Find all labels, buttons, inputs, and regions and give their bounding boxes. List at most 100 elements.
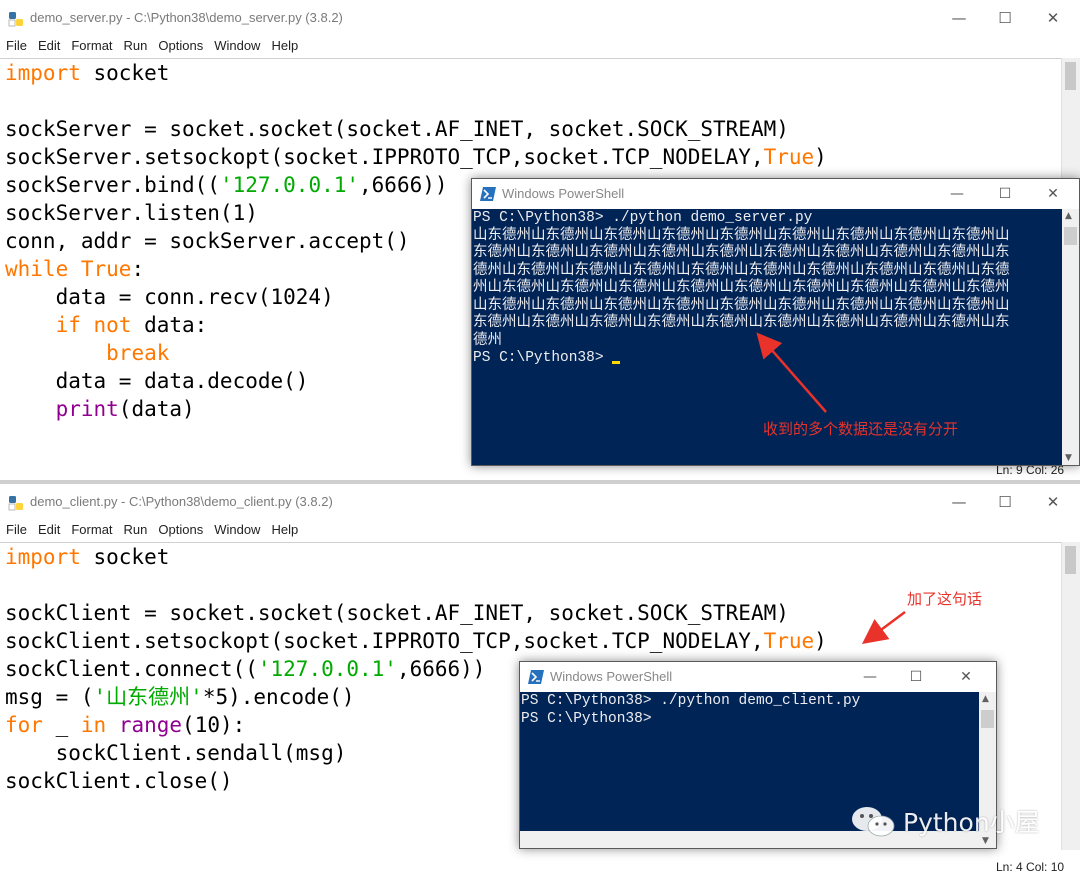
code-keyword: break <box>106 341 170 365</box>
client-close-button[interactable]: ✕ <box>1030 488 1076 516</box>
code-string: '127.0.0.1' <box>257 657 397 681</box>
console-line: PS C:\Python38> ./python demo_server.py <box>473 210 813 226</box>
server-maximize-button[interactable]: ☐ <box>982 4 1028 32</box>
code-line[interactable]: sockClient = socket.socket(socket.AF_INE… <box>0 599 1062 627</box>
code-text: (10): <box>182 713 246 737</box>
code-text: data: <box>131 313 208 337</box>
code-text: (data) <box>118 397 195 421</box>
code-text: ) <box>814 629 827 653</box>
client-scrollbar-thumb[interactable] <box>1065 546 1076 574</box>
menu-window[interactable]: Window <box>208 36 265 56</box>
console-line: 山东德州山东德州山东德州山东德州山东德州山东德州山东德州山东德州山东德州山 <box>473 297 1010 314</box>
code-text: msg = ( <box>5 685 94 709</box>
code-line[interactable] <box>0 571 1062 599</box>
powershell-server-title: Windows PowerShell <box>502 186 625 201</box>
code-line[interactable]: import socket <box>0 543 1062 571</box>
code-builtin: print <box>55 397 119 421</box>
code-text: sockClient.connect(( <box>5 657 258 681</box>
code-string: '山东德州' <box>93 685 203 709</box>
server-annotation: 收到的多个数据还是没有分开 <box>763 420 959 438</box>
menu-window[interactable]: Window <box>208 520 265 540</box>
code-keyword: True <box>763 145 815 169</box>
console-prompt-line: PS C:\Python38> <box>473 350 1062 368</box>
menu-edit[interactable]: Edit <box>32 36 65 56</box>
powershell-client-scrollbar-thumb[interactable] <box>981 710 994 728</box>
client-scrollbar[interactable] <box>1061 542 1080 850</box>
menu-options[interactable]: Options <box>152 36 208 56</box>
console-line: PS C:\Python38> <box>521 710 652 727</box>
code-keyword: for <box>5 713 43 737</box>
powershell-server-titlebar[interactable]: Windows PowerShell — ☐ ✕ <box>472 179 1079 209</box>
powershell-server-scrollbar[interactable]: ▲ ▼ <box>1062 209 1079 465</box>
code-text: sockClient.sendall(msg) <box>5 741 347 765</box>
code-builtin: range <box>118 713 183 737</box>
code-keyword: import <box>5 61 81 85</box>
code-text: ) <box>814 145 827 169</box>
menu-options[interactable]: Options <box>152 520 208 540</box>
code-text: sockServer.bind(( <box>5 173 220 197</box>
menu-file[interactable]: File <box>0 520 32 540</box>
code-text: data = conn.recv(1024) <box>5 285 334 309</box>
code-text: data = data.decode() <box>5 369 309 393</box>
watermark-text: Python小屋 <box>903 808 1040 837</box>
console-line: PS C:\Python38> ./python demo_client.py <box>521 693 861 709</box>
powershell-client-title: Windows PowerShell <box>550 669 673 684</box>
client-titlebar[interactable]: demo_client.py - C:\Python38\demo_client… <box>0 484 1080 520</box>
menu-edit[interactable]: Edit <box>32 520 65 540</box>
code-line[interactable]: sockServer.setsockopt(socket.IPPROTO_TCP… <box>0 143 1062 171</box>
code-text: sockClient = socket.socket(socket.AF_INE… <box>5 601 789 625</box>
server-close-button[interactable]: ✕ <box>1030 4 1076 32</box>
client-minimize-button[interactable]: — <box>936 488 982 516</box>
powershell-server-maximize-button[interactable]: ☐ <box>983 180 1027 208</box>
powershell-server-scrollbar-thumb[interactable] <box>1064 227 1077 245</box>
server-titlebar[interactable]: demo_server.py - C:\Python38\demo_server… <box>0 0 1080 36</box>
console-prompt: PS C:\Python38> <box>473 350 613 366</box>
client-status-position: Ln: 4 Col: 10 <box>996 860 1065 874</box>
console-line: 东德州山东德州山东德州山东德州山东德州山东德州山东德州山东德州山东德州山东 <box>473 245 1010 261</box>
menu-file[interactable]: File <box>0 36 32 56</box>
menu-run[interactable]: Run <box>118 36 153 56</box>
client-menubar: File Edit Format Run Options Window Help <box>0 520 1080 540</box>
powershell-client-maximize-button[interactable]: ☐ <box>894 663 938 691</box>
menu-help[interactable]: Help <box>265 36 303 56</box>
client-maximize-button[interactable]: ☐ <box>982 488 1028 516</box>
console-line: 州山东德州山东德州山东德州山东德州山东德州山东德州山东德州山东德州山东德州 <box>473 280 1010 296</box>
menu-format[interactable]: Format <box>65 520 117 540</box>
code-keyword: not <box>93 313 132 337</box>
powershell-client-minimize-button[interactable]: — <box>848 663 892 691</box>
code-line[interactable] <box>0 87 1062 115</box>
code-text: conn, addr = sockServer.accept() <box>5 229 410 253</box>
scroll-up-icon[interactable]: ▲ <box>982 694 989 704</box>
console-line: 德州 <box>473 332 502 349</box>
code-keyword: True <box>80 257 132 281</box>
powershell-server-minimize-button[interactable]: — <box>935 180 979 208</box>
code-text: ,6666)) <box>359 173 448 197</box>
code-keyword: while <box>5 257 69 281</box>
code-text: sockServer.setsockopt(socket.IPPROTO_TCP… <box>5 145 764 169</box>
powershell-client-titlebar[interactable]: Windows PowerShell — ☐ ✕ <box>520 662 996 692</box>
powershell-server-close-button[interactable]: ✕ <box>1031 180 1075 208</box>
powershell-client-close-button[interactable]: ✕ <box>944 663 988 691</box>
menu-help[interactable]: Help <box>265 520 303 540</box>
server-minimize-button[interactable]: — <box>936 4 982 32</box>
menu-format[interactable]: Format <box>65 36 117 56</box>
code-text: socket <box>80 545 170 569</box>
scroll-down-icon[interactable]: ▼ <box>1065 453 1072 463</box>
idle-python-icon <box>8 496 23 511</box>
scroll-up-icon[interactable]: ▲ <box>1065 211 1072 221</box>
menu-run[interactable]: Run <box>118 520 153 540</box>
code-text: sockClient.setsockopt(socket.IPPROTO_TCP… <box>5 629 764 653</box>
powershell-icon <box>528 670 544 684</box>
code-text: _ <box>42 713 81 737</box>
powershell-icon <box>480 187 496 201</box>
console-line: 东德州山东德州山东德州山东德州山东德州山东德州山东德州山东德州山东德州山东 <box>473 315 1010 331</box>
code-line[interactable]: sockClient.setsockopt(socket.IPPROTO_TCP… <box>0 627 1062 655</box>
code-line[interactable]: sockServer = socket.socket(socket.AF_INE… <box>0 115 1062 143</box>
code-line[interactable]: import socket <box>0 59 1062 87</box>
server-scrollbar-thumb[interactable] <box>1065 62 1076 90</box>
